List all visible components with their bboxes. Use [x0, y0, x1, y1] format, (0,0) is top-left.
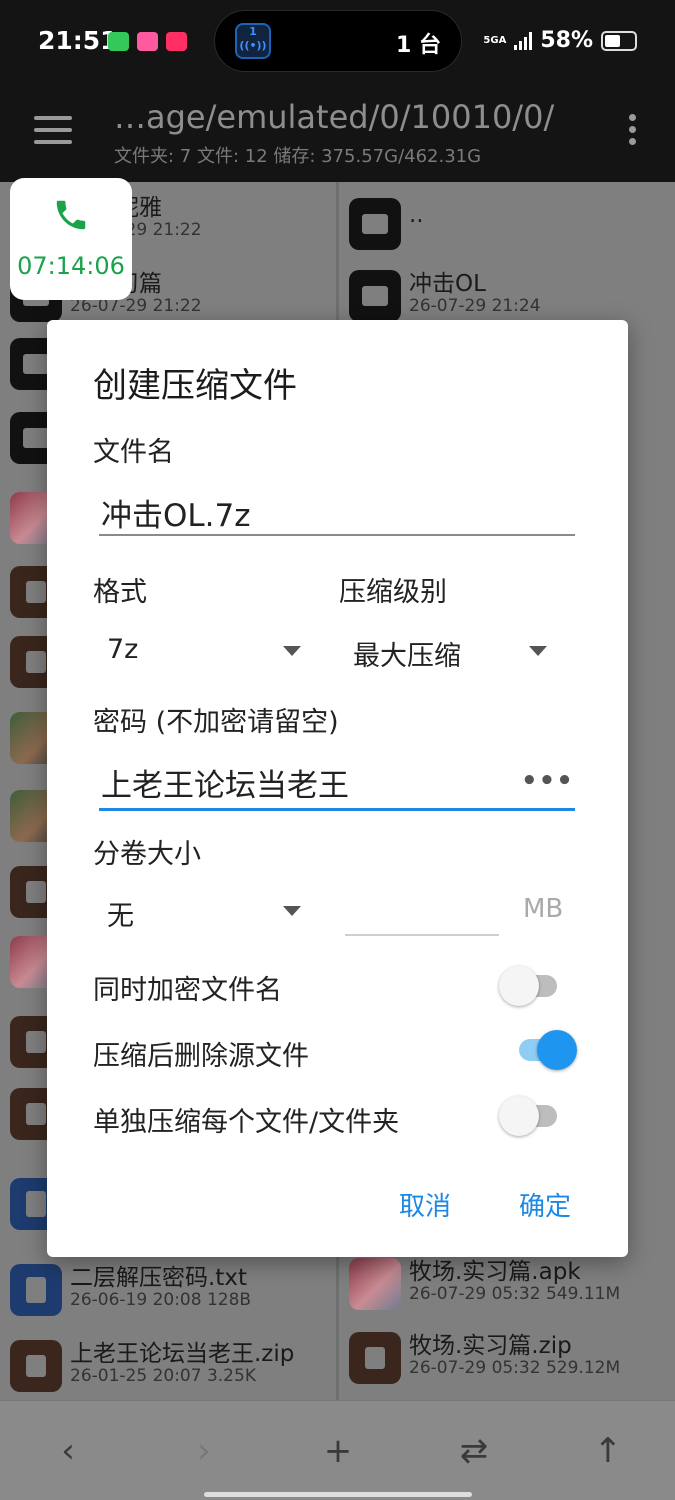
- list-item[interactable]: 上老王论坛当老王.zip 26-01-25 20:07 3.25K: [0, 1332, 336, 1400]
- split-size-unit: MB: [523, 894, 564, 924]
- signal-icon: [514, 31, 533, 50]
- create-archive-dialog: 创建压缩文件 文件名 冲击OL.7z 格式 压缩级别 7z 最大压缩 密码 (不…: [47, 320, 628, 1257]
- back-icon[interactable]: ‹: [48, 1431, 88, 1471]
- password-field[interactable]: 上老王论坛当老王: [101, 760, 349, 805]
- up-directory-icon[interactable]: ↑: [588, 1431, 628, 1471]
- level-select[interactable]: 最大压缩: [353, 634, 461, 673]
- cancel-button[interactable]: 取消: [399, 1186, 451, 1223]
- level-label: 压缩级别: [339, 577, 447, 608]
- file-meta: 26-06-19 20:08 128B: [70, 1290, 252, 1310]
- file-name: ..: [409, 202, 424, 228]
- forward-icon[interactable]: ›: [184, 1431, 224, 1471]
- confirm-button[interactable]: 确定: [519, 1186, 571, 1223]
- split-size-field[interactable]: [345, 934, 499, 936]
- filename-field[interactable]: 冲击OL.7z: [101, 490, 251, 535]
- list-item[interactable]: ..: [339, 190, 675, 260]
- list-item[interactable]: 二层解压密码.txt 26-06-19 20:08 128B: [0, 1256, 336, 1326]
- folder-icon: [349, 270, 401, 322]
- current-path[interactable]: …age/emulated/0/10010/0/: [114, 98, 554, 136]
- format-select[interactable]: 7z: [107, 634, 138, 665]
- phone-icon: [56, 200, 86, 230]
- split-dropdown-icon[interactable]: [283, 906, 301, 916]
- list-item[interactable]: 牧场.实习篇.apk 26-07-29 05:32 549.11M: [339, 1250, 675, 1320]
- call-overlay[interactable]: 07:14:06: [10, 178, 132, 300]
- app-notification-icon: [108, 32, 129, 51]
- file-name: 冲击OL: [409, 271, 486, 297]
- add-icon[interactable]: +: [318, 1431, 358, 1471]
- swap-panes-icon[interactable]: ⇄: [454, 1431, 494, 1471]
- call-timer: 07:14:06: [17, 252, 125, 280]
- file-name: 上老王论坛当老王.zip: [70, 1341, 295, 1367]
- battery-percent: 58%: [540, 28, 593, 53]
- format-label: 格式: [93, 577, 147, 608]
- status-indicators: 5GA 58%: [483, 28, 637, 53]
- battery-icon: [601, 30, 637, 51]
- format-dropdown-icon[interactable]: [283, 646, 301, 656]
- file-meta: 26-07-29 05:32 529.12M: [409, 1358, 621, 1378]
- file-meta: 26-01-25 20:07 3.25K: [70, 1366, 256, 1386]
- option-separate-label: 单独压缩每个文件/文件夹: [93, 1107, 400, 1138]
- level-dropdown-icon[interactable]: [529, 646, 547, 656]
- dynamic-island[interactable]: 1 ((•)) 1 台: [214, 10, 462, 72]
- password-label: 密码 (不加密请留空): [93, 707, 339, 738]
- bottom-toolbar: ‹ › + ⇄ ↑: [0, 1400, 675, 1500]
- list-item[interactable]: 牧场.实习篇.zip 26-07-29 05:32 529.12M: [339, 1324, 675, 1394]
- app-notification-icon: [137, 32, 158, 51]
- storage-stats: 文件夹: 7 文件: 12 储存: 375.57G/462.31G: [114, 146, 482, 167]
- more-options-icon[interactable]: [629, 114, 637, 150]
- clock: 21:51: [38, 26, 118, 55]
- split-size-label: 分卷大小: [93, 839, 201, 870]
- file-meta: 26-07-29 21:24: [409, 296, 541, 316]
- broadcast-icon: 1 ((•)): [235, 23, 271, 59]
- home-indicator[interactable]: [204, 1492, 472, 1497]
- archive-icon: [349, 1332, 401, 1384]
- password-visibility-icon[interactable]: •••: [521, 766, 574, 796]
- list-item[interactable]: …: [339, 1390, 675, 1400]
- file-meta: 26-07-29 05:32 549.11M: [409, 1284, 621, 1304]
- file-name: 二层解压密码.txt: [70, 1265, 247, 1291]
- option-encrypt-names-label: 同时加密文件名: [93, 975, 282, 1006]
- image-thumbnail-icon: [349, 1258, 401, 1310]
- island-text: 1 台: [396, 33, 441, 58]
- split-size-select[interactable]: 无: [107, 894, 134, 933]
- filename-label: 文件名: [93, 437, 174, 468]
- network-type: 5GA: [483, 34, 507, 46]
- file-name: 牧场.实习篇.apk: [409, 1259, 581, 1285]
- archive-icon: [10, 1340, 62, 1392]
- app-bar: …age/emulated/0/10010/0/ 文件夹: 7 文件: 12 储…: [0, 86, 675, 182]
- password-underline: [99, 808, 575, 811]
- app-notification-icon: [166, 32, 187, 51]
- separate-archives-toggle[interactable]: [499, 1096, 561, 1136]
- file-name: 牧场.实习篇.zip: [409, 1333, 572, 1359]
- text-file-icon: [10, 1264, 62, 1316]
- status-bar: 21:51 1 ((•)) 1 台 5GA 58%: [0, 0, 675, 86]
- filename-underline: [99, 534, 575, 536]
- delete-source-toggle[interactable]: [515, 1030, 577, 1070]
- encrypt-names-toggle[interactable]: [499, 966, 561, 1006]
- folder-icon: [349, 198, 401, 250]
- dialog-title: 创建压缩文件: [93, 366, 297, 406]
- menu-icon[interactable]: [34, 116, 72, 144]
- file-name: …: [409, 1392, 432, 1400]
- option-delete-source-label: 压缩后删除源文件: [93, 1041, 309, 1072]
